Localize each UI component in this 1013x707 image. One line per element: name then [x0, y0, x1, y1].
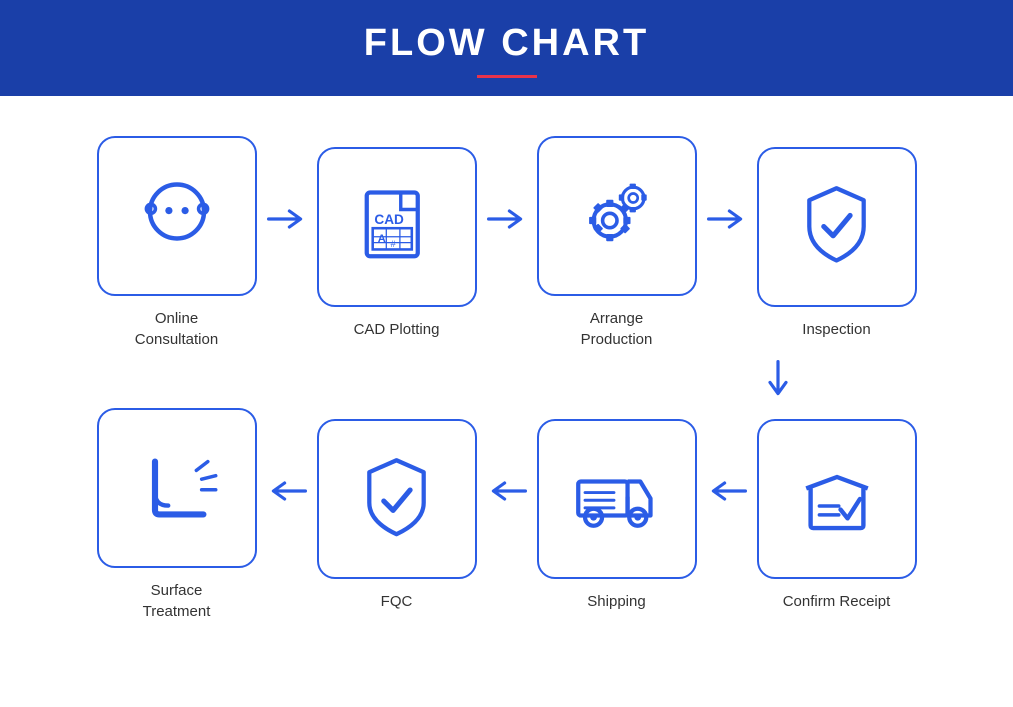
step-box-shipping [537, 419, 697, 579]
step-box-inspection [757, 147, 917, 307]
arrow-right-icon-1 [267, 199, 307, 239]
step-shipping: Shipping [537, 419, 697, 612]
arrow-3 [697, 199, 757, 239]
surface-icon [133, 444, 221, 532]
step-label-cad-plotting: CAD Plotting [354, 319, 440, 340]
step-box-online-consultation [97, 136, 257, 296]
step-label-shipping: Shipping [587, 591, 645, 612]
step-label-confirm-receipt: Confirm Receipt [783, 591, 891, 612]
step-online-consultation: OnlineConsultation [97, 136, 257, 350]
arrow-2 [477, 199, 537, 239]
page-title: FLOW CHART [0, 22, 1013, 65]
arrow-right-icon-2 [487, 199, 527, 239]
step-label-arrange-production: ArrangeProduction [581, 308, 653, 350]
svg-text:CAD: CAD [374, 212, 404, 227]
step-label-online-consultation: OnlineConsultation [135, 308, 218, 350]
header: FLOW CHART [0, 0, 1013, 96]
step-label-inspection: Inspection [802, 319, 870, 340]
step-box-fqc [317, 419, 477, 579]
step-label-fqc: FQC [381, 591, 413, 612]
arrow-left-icon-1 [707, 471, 747, 511]
down-arrow-container [698, 360, 858, 400]
svg-text:#: # [391, 239, 397, 249]
cad-icon: CAD A # [354, 179, 439, 274]
arrow-4 [697, 471, 757, 511]
page-wrapper: FLOW CHART [0, 0, 1013, 707]
step-confirm-receipt: Confirm Receipt [757, 419, 917, 612]
box-check-icon [793, 455, 881, 543]
step-arrange-production: ArrangeProduction [537, 136, 697, 350]
header-underline [477, 75, 537, 78]
step-surface-treatment: SurfaceTreatment [97, 408, 257, 622]
flow-row-1: OnlineConsultation [60, 136, 953, 350]
step-box-cad-plotting: CAD A # [317, 147, 477, 307]
step-box-surface-treatment [97, 408, 257, 568]
truck-icon [569, 456, 664, 541]
arrow-right-icon-3 [707, 199, 747, 239]
gears-icon [572, 171, 662, 261]
svg-text:A: A [378, 233, 386, 245]
shield-check-icon [794, 179, 879, 274]
arrow-6 [257, 471, 317, 511]
flow-content: OnlineConsultation [0, 96, 1013, 662]
arrow-down-icon [758, 360, 798, 400]
step-box-confirm-receipt [757, 419, 917, 579]
step-cad-plotting: CAD A # CAD Plotting [317, 147, 477, 340]
person-icon [132, 171, 222, 261]
arrow-left-icon-3 [267, 471, 307, 511]
shield-check2-icon [354, 451, 439, 546]
arrow-5 [477, 471, 537, 511]
step-box-arrange-production [537, 136, 697, 296]
step-fqc: FQC [317, 419, 477, 612]
step-label-surface-treatment: SurfaceTreatment [143, 580, 211, 622]
arrow-left-icon-2 [487, 471, 527, 511]
down-arrow-wrap [60, 360, 953, 400]
arrow-1 [257, 199, 317, 239]
flow-row-2: Confirm Receipt [60, 408, 953, 622]
step-inspection: Inspection [757, 147, 917, 340]
